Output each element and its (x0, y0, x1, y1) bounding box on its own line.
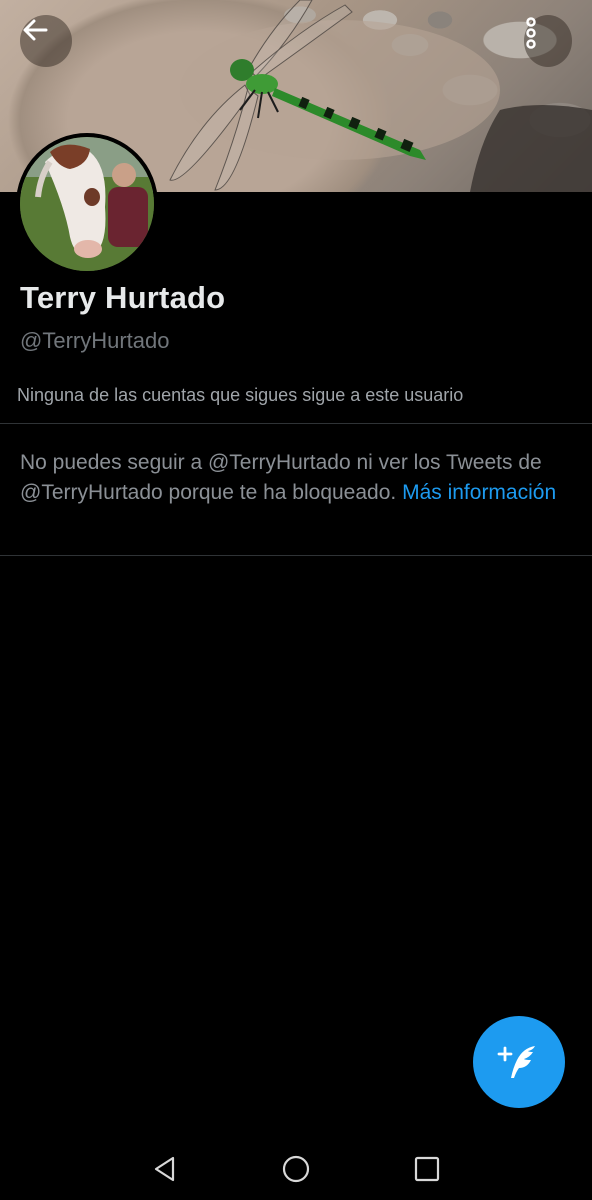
circle-home-icon (282, 1155, 310, 1183)
profile-name: Terry Hurtado (20, 280, 226, 315)
cow-avatar-image (20, 137, 154, 271)
system-home-button[interactable] (276, 1149, 316, 1189)
back-button[interactable] (20, 15, 72, 67)
profile-avatar[interactable] (16, 133, 158, 275)
more-options-button[interactable] (524, 15, 572, 67)
followers-you-know-note: Ninguna de las cuentas que sigues sigue … (17, 385, 464, 405)
divider (0, 555, 592, 556)
compose-tweet-button[interactable] (473, 1016, 565, 1108)
blocked-notice: No puedes seguir a @TerryHurtado ni ver … (20, 448, 560, 508)
profile-screen: Terry Hurtado @TerryHurtado Ninguna de l… (0, 0, 592, 1200)
square-recent-icon (414, 1156, 440, 1182)
more-vertical-icon (526, 17, 536, 49)
arrow-left-icon (23, 19, 48, 41)
system-recents-button[interactable] (407, 1149, 447, 1189)
system-back-button[interactable] (145, 1149, 185, 1189)
profile-handle: @TerryHurtado (20, 328, 170, 353)
compose-tweet-icon (497, 1046, 535, 1078)
divider (0, 423, 592, 424)
learn-more-link[interactable]: Más información (402, 481, 556, 504)
system-navigation-bar (0, 1135, 592, 1200)
triangle-back-icon (154, 1156, 175, 1182)
